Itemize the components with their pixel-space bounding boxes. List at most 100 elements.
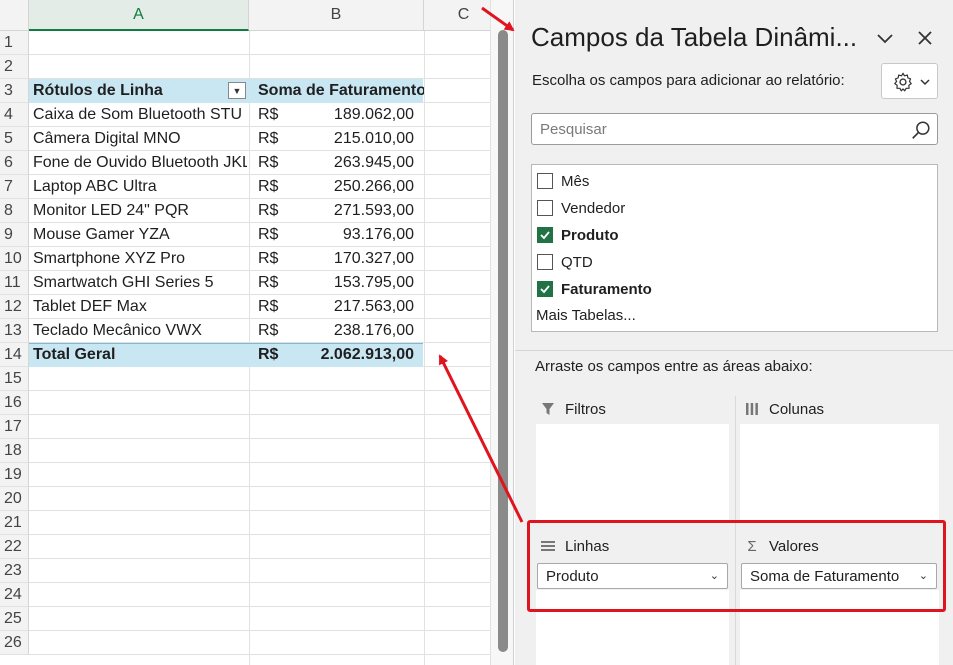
row-header[interactable]: 16 — [0, 391, 29, 415]
pivot-row-label[interactable]: Fone de Ouvido Bluetooth JKL — [33, 151, 247, 175]
panel-divider — [515, 350, 953, 351]
pivot-row-value[interactable]: 215.010,00 — [290, 127, 414, 151]
pivot-row-value[interactable]: 238.176,00 — [290, 319, 414, 343]
vertical-scrollbar[interactable] — [490, 0, 514, 665]
filters-label: Filtros — [565, 400, 606, 418]
pivot-row-value[interactable]: 170.327,00 — [290, 247, 414, 271]
search-input[interactable]: Pesquisar — [531, 113, 938, 145]
field-label: Vendedor — [561, 199, 626, 217]
row-header[interactable]: 15 — [0, 367, 29, 391]
row-header[interactable]: 5 — [0, 127, 29, 151]
filters-area-header: Filtros — [539, 397, 606, 421]
field-label: Produto — [561, 226, 619, 244]
pivot-row-value[interactable]: 153.795,00 — [290, 271, 414, 295]
columns-drop-area[interactable] — [740, 424, 939, 520]
pivot-row-label[interactable]: Mouse Gamer YZA — [33, 223, 247, 247]
row-header[interactable]: 25 — [0, 607, 29, 631]
pivot-row-value[interactable]: 263.945,00 — [290, 151, 414, 175]
row-header[interactable]: 22 — [0, 535, 29, 559]
row-header[interactable]: 1 — [0, 31, 29, 55]
pivot-row-value[interactable]: 217.563,00 — [290, 295, 414, 319]
field-list: Mês Vendedor Produto QTD Faturamento Mais Ta… — [531, 164, 938, 332]
row-header[interactable]: 7 — [0, 175, 29, 199]
grid-line — [29, 462, 490, 463]
pivot-row-label[interactable]: Smartphone XYZ Pro — [33, 247, 247, 271]
checkbox-checked[interactable] — [537, 227, 553, 243]
field-item[interactable]: Produto — [537, 224, 619, 246]
row-header[interactable]: 21 — [0, 511, 29, 535]
row-header[interactable]: 23 — [0, 559, 29, 583]
column-header-c[interactable]: C — [424, 0, 490, 31]
pivot-row-label[interactable]: Monitor LED 24" PQR — [33, 199, 247, 223]
columns-icon — [743, 401, 761, 417]
row-header[interactable]: 14 — [0, 343, 29, 367]
row-header[interactable]: 4 — [0, 103, 29, 127]
row-header[interactable]: 9 — [0, 223, 29, 247]
pivot-row-labels-header[interactable]: Rótulos de Linha — [33, 79, 233, 103]
row-header[interactable]: 3 — [0, 79, 29, 103]
row-header[interactable]: 17 — [0, 415, 29, 439]
field-label: Faturamento — [561, 280, 652, 298]
chevron-down-icon — [920, 79, 930, 86]
grid-line — [29, 582, 490, 583]
search-icon[interactable] — [910, 119, 932, 141]
pivot-row-value[interactable]: 93.176,00 — [290, 223, 414, 247]
field-item[interactable]: Vendedor — [537, 197, 625, 219]
column-header-b[interactable]: B — [249, 0, 424, 31]
field-item[interactable]: Mês — [537, 170, 589, 192]
pivot-row-label[interactable]: Caixa de Som Bluetooth STU — [33, 103, 247, 127]
pivot-values-header[interactable]: Soma de Faturamento — [258, 79, 424, 103]
row-header[interactable]: 24 — [0, 583, 29, 607]
more-tables-link[interactable]: Mais Tabelas... — [536, 307, 636, 324]
field-label: QTD — [561, 253, 593, 271]
total-value[interactable]: 2.062.913,00 — [290, 343, 414, 367]
row-header[interactable]: 12 — [0, 295, 29, 319]
row-header[interactable]: 8 — [0, 199, 29, 223]
checkbox-checked[interactable] — [537, 281, 553, 297]
gear-icon — [894, 72, 912, 92]
column-header-a[interactable]: A — [29, 0, 249, 31]
pivot-row-label[interactable]: Tablet DEF Max — [33, 295, 247, 319]
pivot-row-value[interactable]: 189.062,00 — [290, 103, 414, 127]
total-label[interactable]: Total Geral — [33, 343, 243, 367]
pivot-row-value[interactable]: 250.266,00 — [290, 175, 414, 199]
close-icon[interactable] — [913, 26, 937, 50]
grid-line — [29, 558, 490, 559]
spreadsheet[interactable]: A B C 1 2 3 4 5 6 7 8 9 10 11 12 13 14 15 16 17 18 19 20 21 2… — [0, 0, 490, 665]
pivot-row-label[interactable]: Smartwatch GHI Series 5 — [33, 271, 247, 295]
grid-line — [29, 534, 490, 535]
row-header[interactable]: 2 — [0, 55, 29, 79]
checkbox[interactable] — [537, 200, 553, 216]
grid-line — [29, 630, 490, 631]
annotation-highlight-box — [527, 520, 946, 612]
row-header[interactable]: 13 — [0, 319, 29, 343]
grid-line — [29, 54, 490, 55]
drag-fields-label: Arraste os campos entre as áreas abaixo: — [535, 358, 813, 375]
pivot-row-label[interactable]: Teclado Mecânico VWX — [33, 319, 247, 343]
checkbox[interactable] — [537, 173, 553, 189]
row-header[interactable]: 26 — [0, 631, 29, 655]
pivot-row-label[interactable]: Câmera Digital MNO — [33, 127, 247, 151]
field-item[interactable]: Faturamento — [537, 278, 652, 300]
filter-dropdown-button[interactable]: ▼ — [228, 82, 246, 99]
field-item[interactable]: QTD — [537, 251, 593, 273]
panel-title: Campos da Tabela Dinâmi... — [531, 22, 858, 52]
chevron-down-icon[interactable] — [873, 26, 897, 50]
grid-line — [29, 390, 490, 391]
settings-button[interactable] — [881, 63, 938, 99]
columns-area-header: Colunas — [743, 397, 824, 421]
pivot-row-label[interactable]: Laptop ABC Ultra — [33, 175, 247, 199]
pivot-row-value[interactable]: 271.593,00 — [290, 199, 414, 223]
checkbox[interactable] — [537, 254, 553, 270]
row-header[interactable]: 6 — [0, 151, 29, 175]
row-header[interactable]: 19 — [0, 463, 29, 487]
select-all-corner[interactable] — [0, 0, 29, 31]
filters-drop-area[interactable] — [536, 424, 729, 520]
row-header[interactable]: 20 — [0, 487, 29, 511]
row-header[interactable]: 10 — [0, 247, 29, 271]
row-header[interactable]: 11 — [0, 271, 29, 295]
row-header[interactable]: 18 — [0, 439, 29, 463]
scrollbar-thumb[interactable] — [498, 30, 508, 652]
filter-icon — [539, 401, 557, 417]
grid-line — [29, 438, 490, 439]
